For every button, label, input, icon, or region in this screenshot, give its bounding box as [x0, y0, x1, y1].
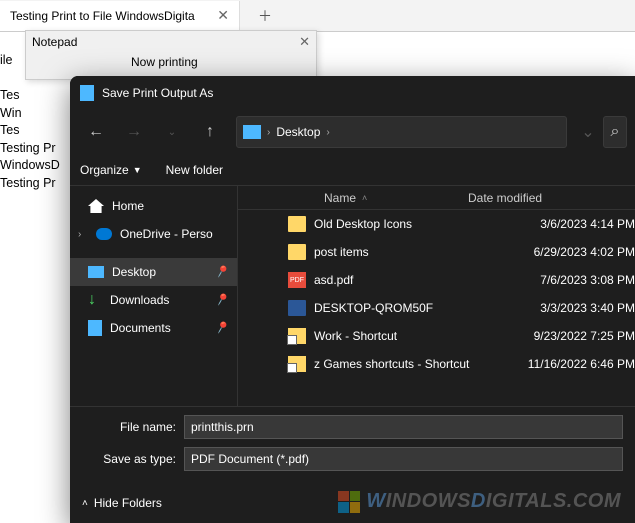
file-name: Old Desktop Icons — [314, 217, 540, 231]
file-list: Old Desktop Icons3/6/2023 4:14 PMpost it… — [238, 210, 635, 406]
tab-bar: Testing Print to File WindowsDigita ✕ ＋ — [0, 0, 635, 32]
file-row[interactable]: post items6/29/2023 4:02 PM — [238, 238, 635, 266]
filetype-label: Save as type: — [82, 452, 184, 466]
document-icon — [80, 85, 94, 101]
organize-menu[interactable]: Organize ▼ — [80, 163, 142, 177]
file-row[interactable]: DESKTOP-QROM50F3/3/2023 3:40 PM — [238, 294, 635, 322]
desktop-icon — [88, 266, 104, 278]
nav-bar: ← → ⌄ ↑ › Desktop › ⌄ ⌕ — [70, 110, 635, 154]
nav-onedrive[interactable]: › OneDrive - Perso — [70, 220, 237, 248]
chevron-up-icon: ˄ — [82, 498, 88, 509]
filename-label: File name: — [82, 420, 184, 434]
file-date: 9/23/2022 7:25 PM — [534, 329, 635, 343]
dialog-titlebar: Save Print Output As — [70, 76, 635, 110]
chevron-down-icon: ▼ — [133, 165, 142, 175]
toolbar: Organize ▼ New folder — [70, 154, 635, 186]
refresh-button[interactable]: ⌄ — [575, 116, 601, 148]
chevron-right-icon[interactable]: › — [324, 127, 331, 138]
expand-icon[interactable]: › — [78, 229, 88, 240]
file-row[interactable]: PDF asd.pdf7/6/2023 3:08 PM — [238, 266, 635, 294]
onedrive-icon — [96, 228, 112, 240]
column-name[interactable]: Name ˄ — [238, 191, 468, 205]
nav-label: Home — [112, 199, 144, 213]
sort-indicator-icon: ˄ — [362, 193, 367, 203]
popup-title: Notepad — [32, 35, 77, 49]
popup-titlebar: Notepad ✕ — [26, 31, 316, 53]
folder-icon — [288, 244, 306, 260]
watermark: WINDOWSDIGITALS.COM — [338, 490, 621, 513]
nav-label: Downloads — [110, 293, 169, 307]
hide-folders-label: Hide Folders — [94, 496, 162, 510]
column-date[interactable]: Date modified — [468, 191, 635, 205]
nav-label: Desktop — [112, 265, 156, 279]
shortcut-icon — [288, 356, 306, 372]
pc-icon — [288, 300, 306, 316]
column-label: Date modified — [468, 191, 542, 205]
file-row[interactable]: Old Desktop Icons3/6/2023 4:14 PM — [238, 210, 635, 238]
documents-icon — [88, 320, 102, 336]
file-pane: Name ˄ Date modified Old Desktop Icons3/… — [238, 186, 635, 406]
popup-status: Now printing — [26, 53, 316, 69]
breadcrumb-desktop[interactable]: Desktop — [272, 125, 324, 139]
organize-label: Organize — [80, 163, 129, 177]
file-date: 11/16/2022 6:46 PM — [528, 357, 635, 371]
dialog-title: Save Print Output As — [102, 86, 213, 100]
back-button[interactable]: ← — [78, 116, 114, 148]
file-name: post items — [314, 245, 534, 259]
dialog-body: Home › OneDrive - Perso Desktop 📍 ↓ Down… — [70, 186, 635, 406]
file-date: 3/3/2023 3:40 PM — [540, 301, 635, 315]
recent-dropdown[interactable]: ⌄ — [154, 116, 190, 148]
hide-folders-button[interactable]: ˄ Hide Folders — [82, 496, 162, 510]
new-folder-label: New folder — [166, 163, 223, 177]
new-folder-button[interactable]: New folder — [166, 163, 223, 177]
file-name: asd.pdf — [314, 273, 540, 287]
nav-desktop[interactable]: Desktop 📍 — [70, 258, 237, 286]
pin-icon: 📍 — [212, 318, 232, 338]
file-date: 7/6/2023 3:08 PM — [540, 273, 635, 287]
folder-icon — [288, 216, 306, 232]
filetype-select[interactable] — [184, 447, 623, 471]
tab-label: Testing Print to File WindowsDigita — [10, 9, 195, 23]
shortcut-icon — [288, 328, 306, 344]
save-dialog: Save Print Output As ← → ⌄ ↑ › Desktop ›… — [70, 76, 635, 523]
filename-input[interactable] — [184, 415, 623, 439]
chevron-right-icon[interactable]: › — [265, 127, 272, 138]
column-headers: Name ˄ Date modified — [238, 186, 635, 210]
file-date: 3/6/2023 4:14 PM — [540, 217, 635, 231]
nav-label: OneDrive - Perso — [120, 227, 213, 241]
file-name: Work - Shortcut — [314, 329, 534, 343]
search-box[interactable]: ⌕ — [603, 116, 627, 148]
popup-close-icon[interactable]: ✕ — [299, 34, 310, 50]
nav-label: Documents — [110, 321, 171, 335]
file-row[interactable]: Work - Shortcut9/23/2022 7:25 PM — [238, 322, 635, 350]
downloads-icon: ↓ — [88, 293, 102, 307]
nav-downloads[interactable]: ↓ Downloads 📍 — [70, 286, 237, 314]
notepad-tab[interactable]: Testing Print to File WindowsDigita ✕ — [0, 1, 240, 31]
up-button[interactable]: ↑ — [192, 116, 228, 148]
pin-icon: 📍 — [212, 262, 232, 282]
address-bar[interactable]: › Desktop › — [236, 116, 567, 148]
file-name: z Games shortcuts - Shortcut — [314, 357, 528, 371]
tab-close-icon[interactable]: ✕ — [217, 7, 229, 24]
desktop-icon — [243, 125, 261, 139]
new-tab-button[interactable]: ＋ — [258, 6, 272, 26]
navigation-pane: Home › OneDrive - Perso Desktop 📍 ↓ Down… — [70, 186, 238, 406]
pin-icon: 📍 — [212, 290, 232, 310]
forward-button[interactable]: → — [116, 116, 152, 148]
file-row[interactable]: z Games shortcuts - Shortcut11/16/2022 6… — [238, 350, 635, 378]
nav-home[interactable]: Home — [70, 192, 237, 220]
nav-documents[interactable]: Documents 📍 — [70, 314, 237, 342]
column-label: Name — [324, 191, 356, 205]
file-date: 6/29/2023 4:02 PM — [534, 245, 635, 259]
now-printing-popup: Notepad ✕ Now printing — [25, 30, 317, 80]
pdf-icon: PDF — [288, 272, 306, 288]
inputs-section: File name: Save as type: — [70, 406, 635, 483]
windows-logo-icon — [338, 491, 360, 513]
file-name: DESKTOP-QROM50F — [314, 301, 540, 315]
home-icon — [88, 199, 104, 213]
